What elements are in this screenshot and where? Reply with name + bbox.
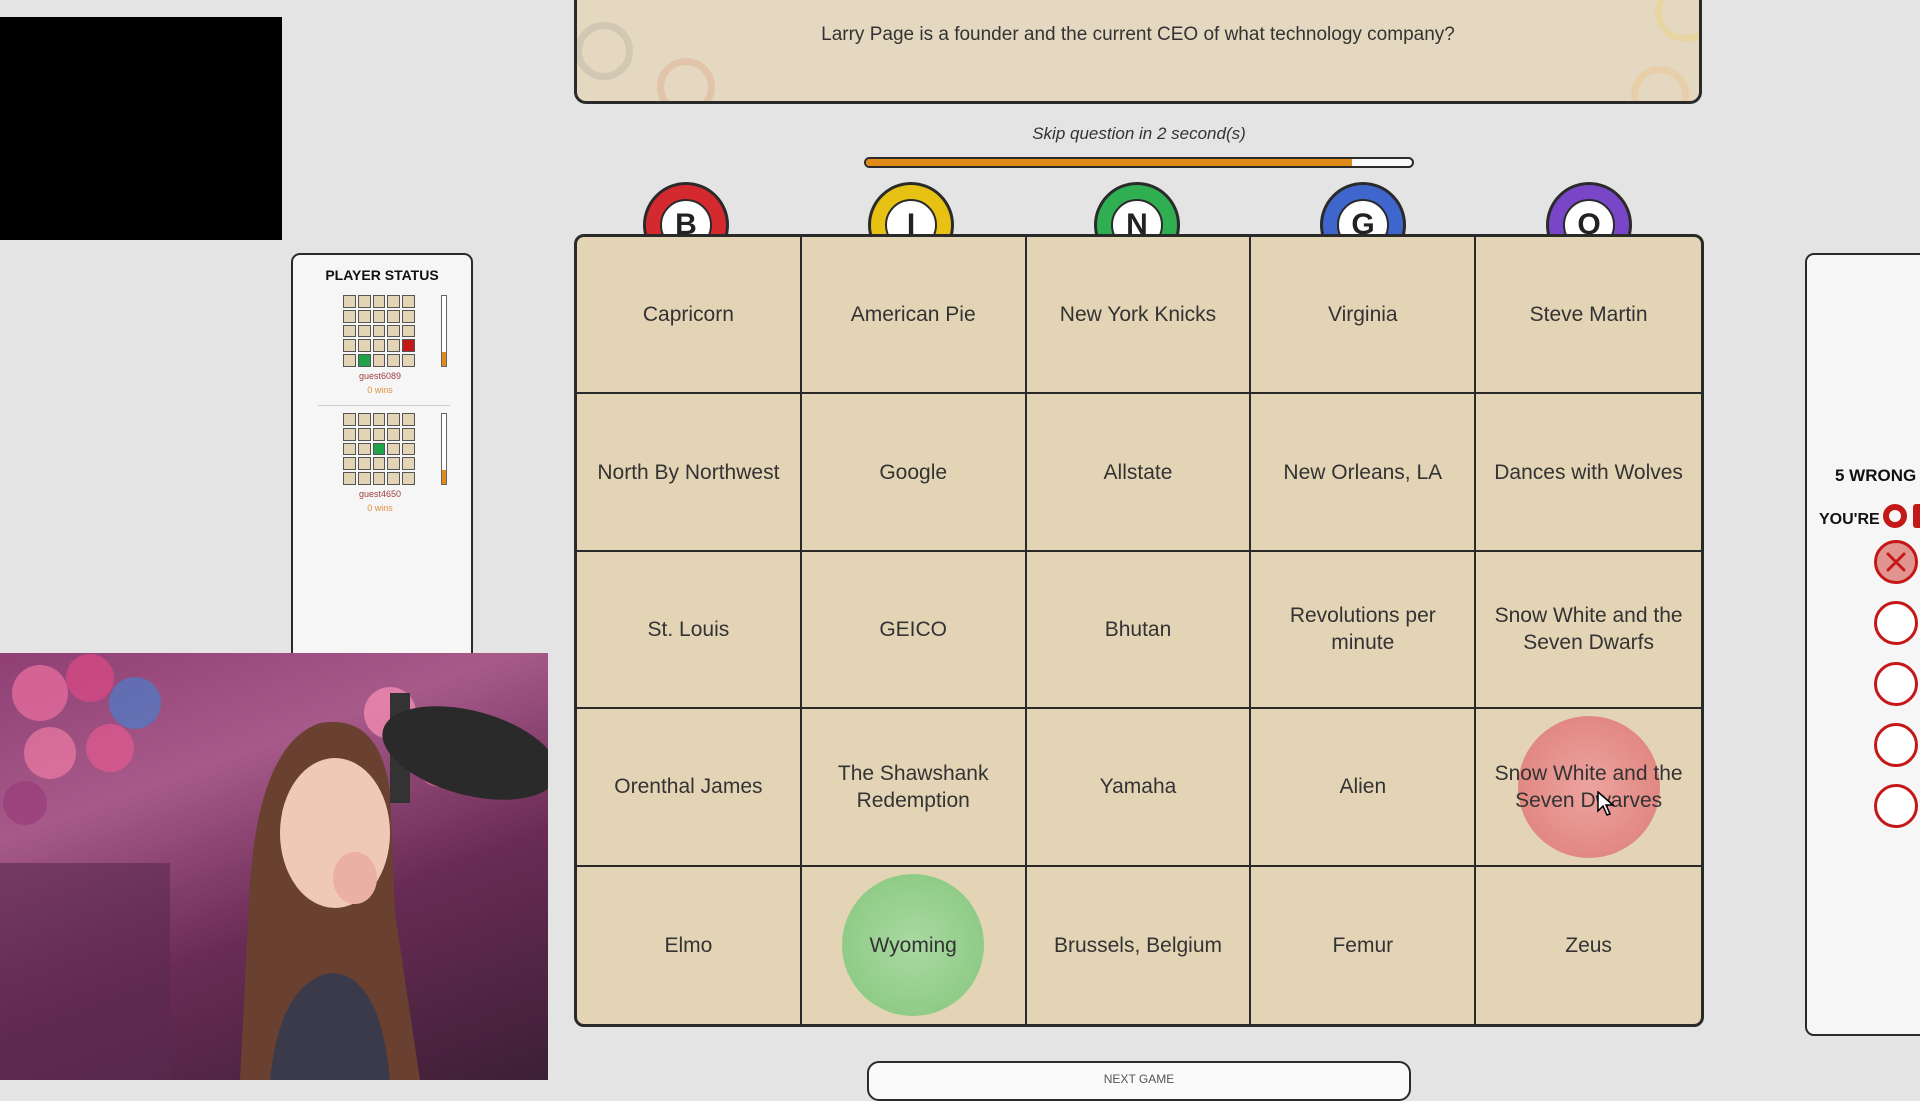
wrong-answers-title: 5 WRONG ANSWERS (1835, 466, 1920, 485)
player-divider (318, 405, 450, 406)
strike-indicator (1874, 723, 1918, 767)
bingo-cell[interactable]: Steve Martin (1476, 237, 1701, 395)
strike-indicator (1874, 601, 1918, 645)
bingo-cell-label: Virginia (1327, 303, 1398, 327)
bingo-cell[interactable]: Zeus (1476, 867, 1701, 1024)
bingo-cell[interactable]: Virginia (1251, 237, 1477, 395)
bingo-cell-label: American Pie (850, 303, 976, 327)
bingo-cell-label: The Shawshank Redemption (837, 761, 989, 812)
skip-timer-bar (864, 157, 1414, 168)
bingo-cell-label: Brussels, Belgium (1053, 933, 1223, 957)
player-name: guest4650 (358, 489, 402, 499)
bingo-cell[interactable]: Brussels, Belgium (1027, 866, 1252, 1024)
youre-label: YOU'RE (1819, 511, 1880, 528)
bingo-cell[interactable]: The Shawshank Redemption (801, 709, 1027, 867)
bingo-cell[interactable]: Bhutan (1026, 551, 1252, 710)
bingo-cell[interactable]: American Pie (801, 237, 1027, 395)
bingo-cell-label: GEICO (879, 617, 948, 641)
bingo-cell-label: Allstate (1103, 460, 1173, 484)
bingo-cell[interactable]: New York Knicks (1026, 237, 1252, 395)
bingo-cell[interactable]: Allstate (1026, 394, 1252, 552)
bingo-cell[interactable]: Wyoming (802, 866, 1027, 1024)
bingo-cell-label: Steve Martin (1529, 303, 1648, 327)
strike-indicator (1874, 540, 1918, 584)
bingo-cell-label: St. Louis (647, 617, 730, 641)
bingo-cell-label: Snow White and the Seven Dwarves (1494, 761, 1683, 812)
player-mini-card (343, 413, 415, 485)
bingo-cell[interactable]: New Orleans, LA (1251, 394, 1477, 552)
strike-indicator (1874, 662, 1918, 706)
x-icon (1886, 552, 1906, 572)
player-wins: 0 wins (367, 503, 393, 513)
bingo-cell-label: Wyoming (869, 933, 957, 957)
bingo-cell-label: Elmo (664, 933, 713, 957)
skip-timer-fill (866, 159, 1352, 166)
player-mini-card (343, 295, 415, 367)
bingo-cell-label: Snow White and the Seven Dwarfs (1494, 604, 1683, 655)
bingo-cell-label: Yamaha (1099, 775, 1177, 799)
player-status-title: PLAYER STATUS (325, 267, 439, 283)
wrong-answers-panel (1805, 253, 1920, 1036)
out-u-icon (1913, 504, 1920, 528)
bingo-cell[interactable]: Alien (1251, 709, 1477, 867)
bingo-cell-label: Dances with Wolves (1494, 460, 1683, 484)
out-o-icon (1883, 504, 1907, 528)
bingo-cell-label: Capricorn (642, 303, 734, 327)
bingo-cell[interactable]: Yamaha (1026, 709, 1252, 867)
bingo-cell[interactable]: Dances with Wolves (1476, 394, 1701, 552)
player-name: guest6089 (358, 371, 402, 381)
black-overlay (0, 17, 282, 240)
bingo-cell[interactable]: Orenthal James (577, 709, 802, 867)
bingo-cell[interactable]: North By Northwest (577, 394, 802, 552)
question-card: Larry Page is a founder and the current … (574, 0, 1702, 104)
bingo-cell-label: New Orleans, LA (1283, 460, 1443, 484)
webcam-feed (0, 653, 548, 1080)
bingo-cell-label: Zeus (1565, 933, 1612, 957)
bingo-cell[interactable]: Elmo (577, 866, 802, 1024)
next-game-button[interactable]: NEXT GAME (867, 1061, 1411, 1101)
bingo-board: Capricorn American Pie New York Knicks Virg… (574, 234, 1704, 1027)
bingo-cell[interactable]: Snow White and the Seven Dwarfs (1476, 552, 1701, 710)
bingo-cell-label: Alien (1339, 775, 1387, 799)
bingo-cell-label: Femur (1332, 933, 1394, 957)
bingo-cell[interactable]: Snow White and the Seven Dwarves (1476, 709, 1701, 867)
bingo-cell[interactable]: GEICO (801, 551, 1027, 710)
player-wins: 0 wins (367, 385, 393, 395)
webcam-image (0, 654, 548, 1080)
player-progress-bar (441, 295, 447, 367)
bingo-cell-label: Bhutan (1104, 617, 1172, 641)
bingo-cell-label: Revolutions per minute (1289, 604, 1436, 655)
bingo-cell-label: North By Northwest (597, 460, 780, 484)
bingo-cell[interactable]: Femur (1251, 866, 1477, 1024)
bingo-cell[interactable]: Revolutions per minute (1251, 551, 1477, 710)
player-progress-bar (441, 413, 447, 485)
bingo-cell[interactable]: Google (801, 394, 1027, 552)
bingo-cell-label: New York Knicks (1059, 303, 1217, 327)
bingo-cell[interactable]: St. Louis (577, 551, 802, 710)
mouse-cursor-icon (1597, 791, 1615, 816)
strike-indicator (1874, 784, 1918, 828)
bingo-cell-label: Google (879, 460, 948, 484)
skip-timer-text: Skip question in 2 second(s) (1032, 124, 1246, 143)
bingo-cell[interactable]: Capricorn (577, 237, 802, 395)
bingo-cell-label: Orenthal James (614, 775, 763, 799)
question-text: Larry Page is a founder and the current … (821, 24, 1455, 45)
